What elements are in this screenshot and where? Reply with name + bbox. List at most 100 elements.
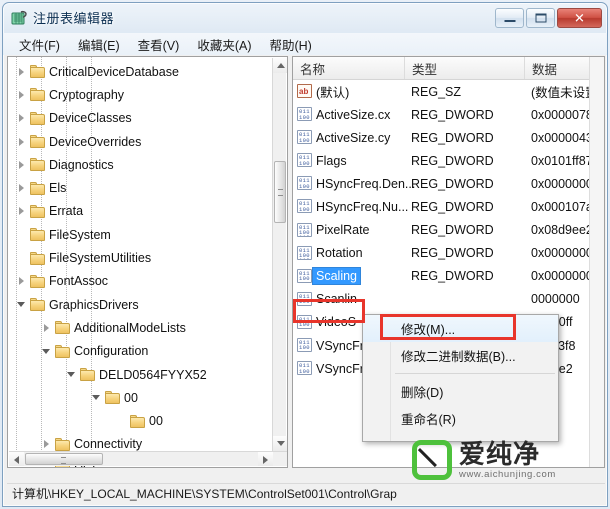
- scroll-right-icon[interactable]: [258, 452, 273, 466]
- tree-expand-icon[interactable]: [16, 276, 27, 287]
- brand-name: 爱纯净: [459, 439, 541, 469]
- registry-value-row[interactable]: 011100110 PixelRate REG_DWORD 0x08d9ee2: [293, 219, 604, 242]
- value-name: Scanlin: [316, 292, 357, 307]
- value-name: ActiveSize.cy: [316, 130, 391, 145]
- tree-horizontal-scrollbar[interactable]: [9, 451, 287, 466]
- tree-viewport: CriticalDeviceDatabase Cryptography Device…: [8, 57, 274, 467]
- status-path: 计算机\HKEY_LOCAL_MACHINE\SYSTEM\ControlSet…: [12, 487, 397, 501]
- tree-item-label: Els: [49, 181, 67, 196]
- tree-expand-icon[interactable]: [16, 113, 27, 124]
- ctx-delete[interactable]: 删除(D): [363, 378, 558, 405]
- value-type: REG_DWORD: [411, 107, 494, 122]
- ctx-modify-binary[interactable]: 修改二进制数据(B)...: [363, 342, 558, 369]
- dword-value-icon: 011100110: [297, 176, 312, 191]
- registry-editor-window: 注册表编辑器 ✕ 文件(F) 编辑(E) 查看(V) 收藏夹(A) 帮助(H) Crit…: [0, 0, 610, 509]
- tree-expand-icon[interactable]: [16, 159, 27, 170]
- tree-expand-icon[interactable]: [41, 322, 52, 333]
- tree-item-additionalmodelists[interactable]: AdditionalModeLists: [8, 316, 274, 339]
- tree-expand-icon[interactable]: [16, 136, 27, 147]
- menu-edit[interactable]: 编辑(E): [69, 33, 129, 56]
- tree-collapse-icon[interactable]: [41, 346, 52, 357]
- tree-item-deviceclasses[interactable]: DeviceClasses: [8, 107, 274, 130]
- dword-value-icon: 011100110: [297, 245, 312, 260]
- value-name: HSyncFreq.Nu...: [316, 200, 409, 215]
- tree-item-errata[interactable]: Errata: [8, 200, 274, 223]
- registry-value-row[interactable]: 011100110 Rotation REG_DWORD 0x0000000: [293, 242, 604, 265]
- tree-expand-icon[interactable]: [41, 439, 52, 450]
- registry-tree-pane[interactable]: CriticalDeviceDatabase Cryptography Device…: [7, 56, 288, 468]
- tree-vscroll-thumb[interactable]: [274, 161, 286, 223]
- tree-no-children-spacer: [16, 253, 27, 264]
- registry-value-row[interactable]: 011100110 Scanlin 0000000: [293, 288, 604, 311]
- dword-value-icon: 011100110: [297, 199, 312, 214]
- registry-value-row[interactable]: 011100110 ActiveSize.cy REG_DWORD 0x0000043: [293, 126, 604, 149]
- value-data: 0x0101ff87: [531, 153, 593, 168]
- tree-item-configuration[interactable]: Configuration: [8, 340, 274, 363]
- folder-icon: [55, 437, 71, 451]
- value-data: 0x08d9ee2: [531, 223, 593, 238]
- menu-file[interactable]: 文件(F): [10, 33, 69, 56]
- tree-item-filesystem[interactable]: FileSystem: [8, 223, 274, 246]
- tree-item-deld0564fyyx52[interactable]: DELD0564FYYX52: [8, 363, 274, 386]
- menu-view[interactable]: 查看(V): [129, 33, 189, 56]
- tree-item-label: Errata: [49, 204, 84, 219]
- tree-item-cryptography[interactable]: Cryptography: [8, 83, 274, 106]
- registry-value-row[interactable]: 011100110 HSyncFreq.Den...REG_DWORD 0x0000…: [293, 172, 604, 195]
- close-button[interactable]: ✕: [557, 8, 602, 28]
- scroll-up-icon[interactable]: [273, 58, 287, 73]
- tree-expand-icon[interactable]: [16, 89, 27, 100]
- folder-icon: [30, 65, 46, 79]
- value-name: Flags: [316, 153, 347, 168]
- tree-item-label: AdditionalModeLists: [74, 320, 186, 335]
- scroll-down-icon[interactable]: [273, 436, 287, 451]
- value-data: 0x0000000: [531, 269, 593, 284]
- value-name: Rotation: [316, 246, 363, 261]
- tree-hscroll-thumb[interactable]: [25, 453, 103, 465]
- tree-item-criticaldevicedatabase[interactable]: CriticalDeviceDatabase: [8, 60, 274, 83]
- ctx-rename[interactable]: 重命名(R): [363, 405, 558, 432]
- tree-item-00[interactable]: 00: [8, 386, 274, 409]
- registry-value-row[interactable]: ab (默认) REG_SZ (数值未设置: [293, 80, 604, 103]
- value-type: REG_DWORD: [411, 130, 494, 145]
- column-name[interactable]: 名称: [293, 57, 405, 79]
- tree-vertical-scrollbar[interactable]: [272, 58, 287, 451]
- tree-item-label: Connectivity: [74, 437, 143, 452]
- registry-value-row[interactable]: 011100110 HSyncFreq.Nu...REG_DWORD 0x00010…: [293, 195, 604, 218]
- ctx-modify[interactable]: 修改(M)...: [363, 315, 558, 342]
- registry-value-row[interactable]: 011100110 ActiveSize.cx REG_DWORD 0x0000078: [293, 103, 604, 126]
- scroll-left-icon[interactable]: [9, 452, 24, 466]
- list-vertical-scrollbar[interactable]: [589, 57, 604, 467]
- tree-item-00[interactable]: 00: [8, 409, 274, 432]
- tree-item-els[interactable]: Els: [8, 176, 274, 199]
- menu-help[interactable]: 帮助(H): [260, 33, 320, 56]
- tree-expand-icon[interactable]: [16, 66, 27, 77]
- value-data: 0x0000043: [531, 130, 593, 145]
- tree-item-filesystemutilities[interactable]: FileSystemUtilities: [8, 246, 274, 269]
- tree-expand-icon[interactable]: [16, 206, 27, 217]
- tree-no-children-spacer: [16, 229, 27, 240]
- tree-item-label: Diagnostics: [49, 157, 114, 172]
- tree-expand-icon[interactable]: [16, 183, 27, 194]
- maximize-button[interactable]: [526, 8, 555, 28]
- tree-item-label: DeviceClasses: [49, 111, 132, 126]
- tree-item-label: GraphicsDrivers: [49, 297, 139, 312]
- menu-favorites[interactable]: 收藏夹(A): [188, 33, 260, 56]
- registry-value-row[interactable]: 011100110 Flags REG_DWORD 0x0101ff87: [293, 149, 604, 172]
- tree-collapse-icon[interactable]: [91, 392, 102, 403]
- value-context-menu[interactable]: 修改(M)... 修改二进制数据(B)... 删除(D) 重命名(R): [362, 314, 559, 442]
- tree-item-graphicsdrivers[interactable]: GraphicsDrivers: [8, 293, 274, 316]
- tree-collapse-icon[interactable]: [16, 299, 27, 310]
- tree-item-fontassoc[interactable]: FontAssoc: [8, 270, 274, 293]
- registry-value-row[interactable]: 011100110Scaling REG_DWORD 0x0000000: [293, 265, 604, 288]
- tree-collapse-icon[interactable]: [66, 369, 77, 380]
- column-type[interactable]: 类型: [405, 57, 525, 79]
- tree-item-deviceoverrides[interactable]: DeviceOverrides: [8, 130, 274, 153]
- minimize-button[interactable]: [495, 8, 524, 28]
- string-value-icon: ab: [297, 84, 312, 98]
- tree-item-diagnostics[interactable]: Diagnostics: [8, 153, 274, 176]
- folder-icon: [30, 135, 46, 149]
- value-type: REG_DWORD: [411, 269, 494, 284]
- value-name: VSyncFr: [316, 361, 364, 376]
- context-menu-separator: [395, 373, 555, 374]
- window-controls: ✕: [495, 8, 602, 28]
